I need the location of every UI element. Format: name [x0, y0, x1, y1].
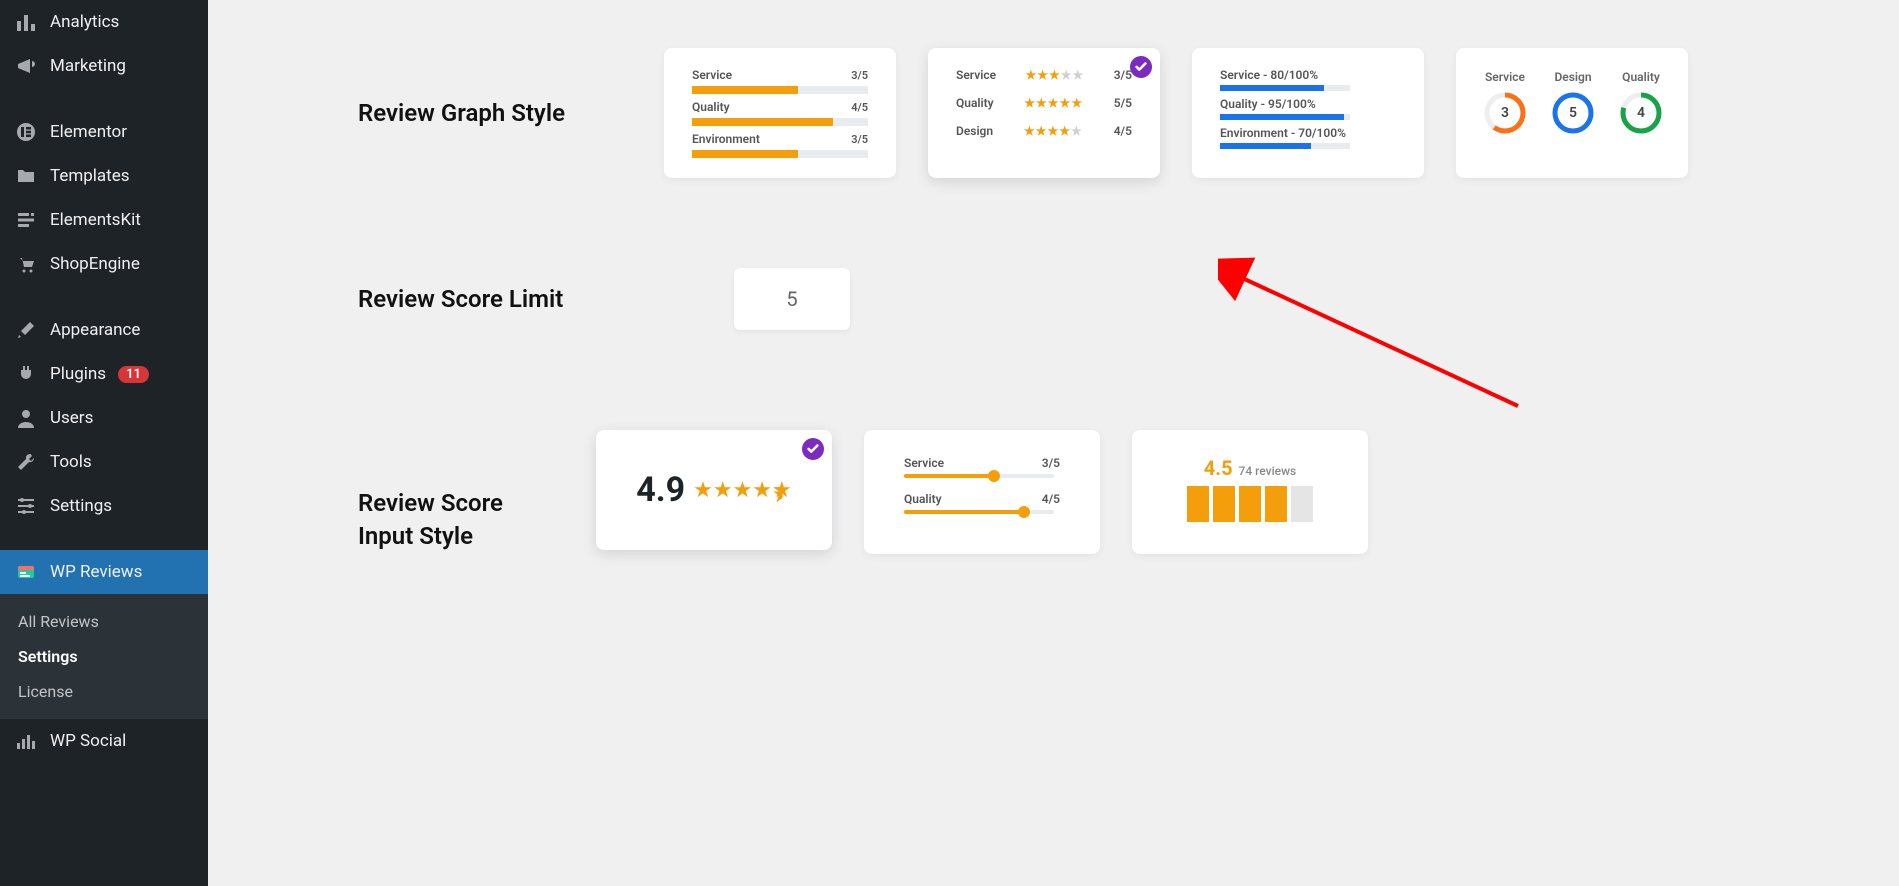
sidebar-item-label: Users — [50, 408, 93, 428]
sidebar-item-wp-reviews[interactable]: WP Reviews — [0, 550, 208, 594]
sidebar-item-settings[interactable]: Settings — [0, 484, 208, 528]
sidebar-item-label: Templates — [50, 166, 130, 186]
main-content: Review Graph Style Service3/5 Quality4/5… — [208, 0, 1899, 886]
stars-icon: ★★★★★ — [1025, 68, 1084, 82]
sidebar-item-label: Marketing — [50, 56, 126, 76]
admin-sidebar: Analytics Marketing Elementor Templates — [0, 0, 208, 886]
progress-ring: 3 — [1484, 92, 1526, 134]
wp-reviews-submenu: All Reviews Settings License — [0, 594, 208, 719]
wrench-icon — [14, 450, 38, 474]
input-style-option-star[interactable]: 4.9 ★★★★★★⯨ — [596, 430, 832, 550]
plugins-badge: 11 — [118, 366, 149, 383]
sidebar-item-wp-social[interactable]: WP Social — [0, 719, 208, 763]
input-style-option-bars[interactable]: 4.574 reviews — [1132, 430, 1368, 554]
sidebar-item-elementor[interactable]: Elementor — [0, 110, 208, 154]
user-icon — [14, 406, 38, 430]
sidebar-item-label: Analytics — [50, 12, 119, 32]
stars-icon: ★★★★★★⯨ — [693, 478, 792, 503]
sliders-icon — [14, 494, 38, 518]
sidebar-item-templates[interactable]: Templates — [0, 154, 208, 198]
input-style-option-slider[interactable]: Service3/5 Quality4/5 — [864, 430, 1100, 554]
submenu-settings[interactable]: Settings — [0, 639, 208, 674]
bars-icon — [1187, 486, 1313, 522]
row-score-limit: Review Score Limit 5 — [358, 268, 1899, 330]
sidebar-item-label: WP Social — [50, 731, 126, 751]
sidebar-item-elementskit[interactable]: ElementsKit — [0, 198, 208, 242]
sidebar-item-analytics[interactable]: Analytics — [0, 0, 208, 44]
sidebar-item-marketing[interactable]: Marketing — [0, 44, 208, 88]
sidebar-item-label: Plugins — [50, 364, 106, 384]
sidebar-item-label: Tools — [50, 452, 92, 472]
sidebar-item-label: ShopEngine — [50, 254, 140, 274]
stars-icon: ★★★★★ — [1024, 124, 1083, 138]
sidebar-item-label: ElementsKit — [50, 210, 141, 230]
heading-score-limit: Review Score Limit — [358, 285, 664, 313]
submenu-all-reviews[interactable]: All Reviews — [0, 604, 208, 639]
elementskit-icon — [14, 208, 38, 232]
sidebar-item-tools[interactable]: Tools — [0, 440, 208, 484]
plug-icon — [14, 362, 38, 386]
sidebar-item-users[interactable]: Users — [0, 396, 208, 440]
graph-style-option-bars[interactable]: Service3/5 Quality4/5 Environment3/5 — [664, 48, 896, 178]
sidebar-item-appearance[interactable]: Appearance — [0, 308, 208, 352]
graph-style-option-circles[interactable]: Service3 Design5 Quality4 — [1456, 48, 1688, 178]
progress-ring: 5 — [1552, 92, 1594, 134]
row-input-style: Review Score Input Style 4.9 ★★★★★★⯨ Ser… — [358, 430, 1899, 554]
sidebar-item-plugins[interactable]: Plugins 11 — [0, 352, 208, 396]
wp-social-icon — [14, 729, 38, 753]
progress-ring: 4 — [1620, 92, 1662, 134]
brush-icon — [14, 318, 38, 342]
wp-reviews-icon — [14, 560, 38, 584]
row-review-graph-style: Review Graph Style Service3/5 Quality4/5… — [358, 48, 1899, 178]
check-icon — [802, 438, 824, 460]
submenu-license[interactable]: License — [0, 674, 208, 709]
graph-style-option-stars[interactable]: Service★★★★★3/5 Quality★★★★★5/5 Design★★… — [928, 48, 1160, 178]
megaphone-icon — [14, 54, 38, 78]
graph-style-option-percent[interactable]: Service - 80/100% Quality - 95/100% Envi… — [1192, 48, 1424, 178]
sidebar-item-shopengine[interactable]: ShopEngine — [0, 242, 208, 286]
sidebar-item-label: Appearance — [50, 320, 140, 340]
sidebar-item-label: Elementor — [50, 122, 127, 142]
score-limit-input[interactable]: 5 — [734, 268, 850, 330]
folder-icon — [14, 164, 38, 188]
elementor-icon — [14, 120, 38, 144]
sidebar-item-label: WP Reviews — [50, 562, 142, 582]
check-icon — [1130, 56, 1152, 78]
heading-graph-style: Review Graph Style — [358, 99, 664, 127]
stars-icon: ★★★★★ — [1024, 96, 1083, 110]
cart-icon — [14, 252, 38, 276]
sidebar-item-label: Settings — [50, 496, 112, 516]
analytics-icon — [14, 10, 38, 34]
